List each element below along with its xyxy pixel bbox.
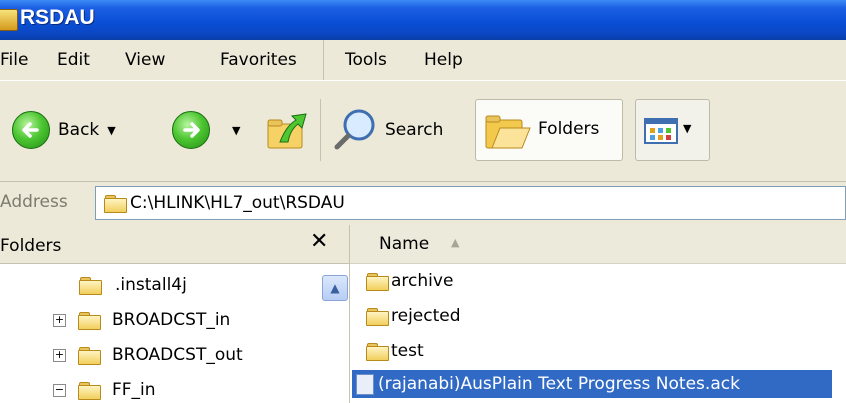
name-column-header[interactable]: Name ▲ bbox=[350, 225, 846, 264]
expand-icon[interactable]: + bbox=[53, 313, 66, 327]
file-list-pane: Name ▲ archive rejected test (rajanabi)A… bbox=[350, 225, 846, 403]
menu-separator bbox=[323, 40, 324, 80]
up-folder-icon bbox=[267, 113, 307, 149]
forward-arrow-icon bbox=[172, 111, 210, 149]
views-grid-icon bbox=[644, 118, 678, 144]
list-item[interactable]: test bbox=[366, 341, 424, 361]
folder-icon bbox=[78, 312, 101, 330]
folders-icon bbox=[485, 115, 531, 149]
tree-item-label: FF_in bbox=[112, 380, 156, 400]
folder-icon bbox=[79, 277, 102, 295]
selected-file-row[interactable]: (rajanabi)AusPlain Text Progress Notes.a… bbox=[352, 370, 832, 398]
views-button[interactable]: ▼ bbox=[635, 99, 710, 161]
folders-button[interactable]: Folders bbox=[475, 99, 623, 161]
menu-view[interactable]: View bbox=[125, 50, 165, 70]
folder-icon bbox=[78, 347, 101, 365]
folder-icon bbox=[366, 308, 389, 326]
menu-file[interactable]: File bbox=[0, 50, 28, 70]
tree-item-label: .install4j bbox=[115, 275, 187, 295]
address-label: Address bbox=[0, 192, 68, 212]
standard-toolbar: Back ▼ ▼ Search Folders ▼ bbox=[0, 81, 846, 182]
search-button[interactable]: Search bbox=[333, 107, 443, 153]
scroll-up-button[interactable]: ▲ bbox=[322, 275, 348, 301]
toolbar-separator bbox=[320, 99, 321, 161]
folder-icon bbox=[366, 273, 389, 291]
menu-favorites[interactable]: Favorites bbox=[220, 50, 297, 70]
views-dropdown-icon[interactable]: ▼ bbox=[683, 122, 691, 135]
forward-button[interactable]: ▼ bbox=[172, 111, 240, 149]
list-item-label: rejected bbox=[391, 306, 461, 326]
folders-pane: Folders ✕ .install4j + BROADCST_in + BRO… bbox=[0, 225, 350, 403]
search-label: Search bbox=[385, 120, 444, 140]
tree-item[interactable]: − FF_in bbox=[53, 380, 156, 400]
expand-icon[interactable]: + bbox=[53, 348, 66, 362]
collapse-icon[interactable]: − bbox=[53, 383, 66, 397]
menu-bar: File Edit View Favorites Tools Help bbox=[0, 40, 846, 81]
tree-item-label: BROADCST_out bbox=[112, 345, 243, 365]
folders-label: Folders bbox=[538, 119, 600, 139]
address-bar: Address C:\HLINK\HL7_out\RSDAU bbox=[0, 182, 846, 224]
name-column-label: Name bbox=[379, 234, 430, 254]
menu-tools[interactable]: Tools bbox=[345, 50, 387, 70]
list-item-label: archive bbox=[391, 271, 454, 291]
menu-edit[interactable]: Edit bbox=[57, 50, 90, 70]
folders-pane-title: Folders bbox=[0, 236, 62, 256]
document-icon bbox=[356, 373, 374, 395]
back-label: Back bbox=[58, 120, 100, 140]
folders-pane-header: Folders ✕ bbox=[0, 225, 349, 264]
folder-icon bbox=[366, 343, 389, 361]
selected-file-name: (rajanabi)AusPlain Text Progress Notes.a… bbox=[378, 374, 740, 394]
address-field[interactable]: C:\HLINK\HL7_out\RSDAU bbox=[95, 186, 846, 220]
folder-icon bbox=[78, 382, 101, 400]
list-item[interactable]: archive bbox=[366, 271, 453, 291]
list-item[interactable]: rejected bbox=[366, 306, 461, 326]
back-button[interactable]: Back ▼ bbox=[12, 111, 116, 149]
tree-item[interactable]: + BROADCST_in bbox=[53, 310, 230, 330]
menu-help[interactable]: Help bbox=[424, 50, 463, 70]
title-bar: RSDAU bbox=[0, 0, 846, 40]
tree-item[interactable]: .install4j bbox=[79, 275, 187, 295]
back-arrow-icon bbox=[12, 111, 50, 149]
search-icon bbox=[334, 109, 375, 150]
folder-icon bbox=[104, 195, 127, 213]
sort-ascending-icon: ▲ bbox=[451, 236, 460, 249]
window-title: RSDAU bbox=[20, 6, 95, 29]
tree-item[interactable]: + BROADCST_out bbox=[53, 345, 243, 365]
forward-dropdown-icon[interactable]: ▼ bbox=[232, 124, 240, 137]
folder-app-icon bbox=[0, 9, 18, 31]
close-icon[interactable]: ✕ bbox=[310, 229, 328, 254]
list-item-label: test bbox=[391, 341, 424, 361]
tree-item-label: BROADCST_in bbox=[112, 310, 231, 330]
back-dropdown-icon[interactable]: ▼ bbox=[107, 124, 115, 137]
up-folder-button[interactable] bbox=[266, 108, 310, 150]
address-path: C:\HLINK\HL7_out\RSDAU bbox=[130, 193, 345, 213]
